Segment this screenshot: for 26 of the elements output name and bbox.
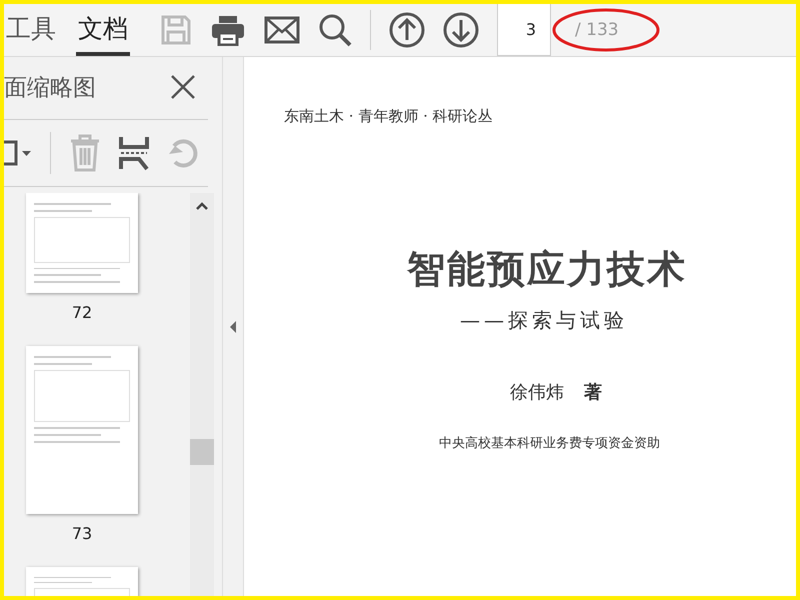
print-button[interactable] (210, 14, 246, 46)
scroll-up-icon[interactable] (195, 201, 209, 211)
options-dropdown-button[interactable] (4, 138, 32, 168)
page-label: 73 (72, 524, 92, 543)
toolbar-tab[interactable]: 工具 (4, 4, 58, 56)
collapse-panel-icon[interactable] (229, 320, 237, 334)
author-role: 著 (584, 381, 602, 404)
author-name: 徐伟炜 (510, 381, 564, 404)
page-thumbnail[interactable] (26, 346, 138, 514)
scrollbar-thumb[interactable] (190, 439, 214, 465)
panel-title: 面缩略图 (4, 74, 96, 102)
book-subtitle: ——探索与试验 (460, 307, 629, 334)
search-button[interactable] (318, 13, 352, 47)
page-thumbnail[interactable] (26, 193, 138, 293)
page-label: 72 (72, 303, 92, 322)
close-button[interactable] (170, 74, 196, 100)
previous-page-button[interactable] (389, 12, 425, 48)
extract-pages-button[interactable] (119, 135, 149, 171)
page-count: / 133 (575, 20, 619, 40)
series-title: 东南土木 · 青年教师 · 科研论丛 (284, 107, 494, 126)
funding-note: 中央高校基本科研业务费专项资金资助 (439, 435, 661, 452)
book-title: 智能预应力技术 (407, 245, 688, 293)
scrollbar[interactable] (190, 193, 214, 596)
next-page-button[interactable] (443, 12, 479, 48)
page-number-field[interactable]: 3 (497, 4, 551, 56)
email-button[interactable] (264, 16, 300, 44)
